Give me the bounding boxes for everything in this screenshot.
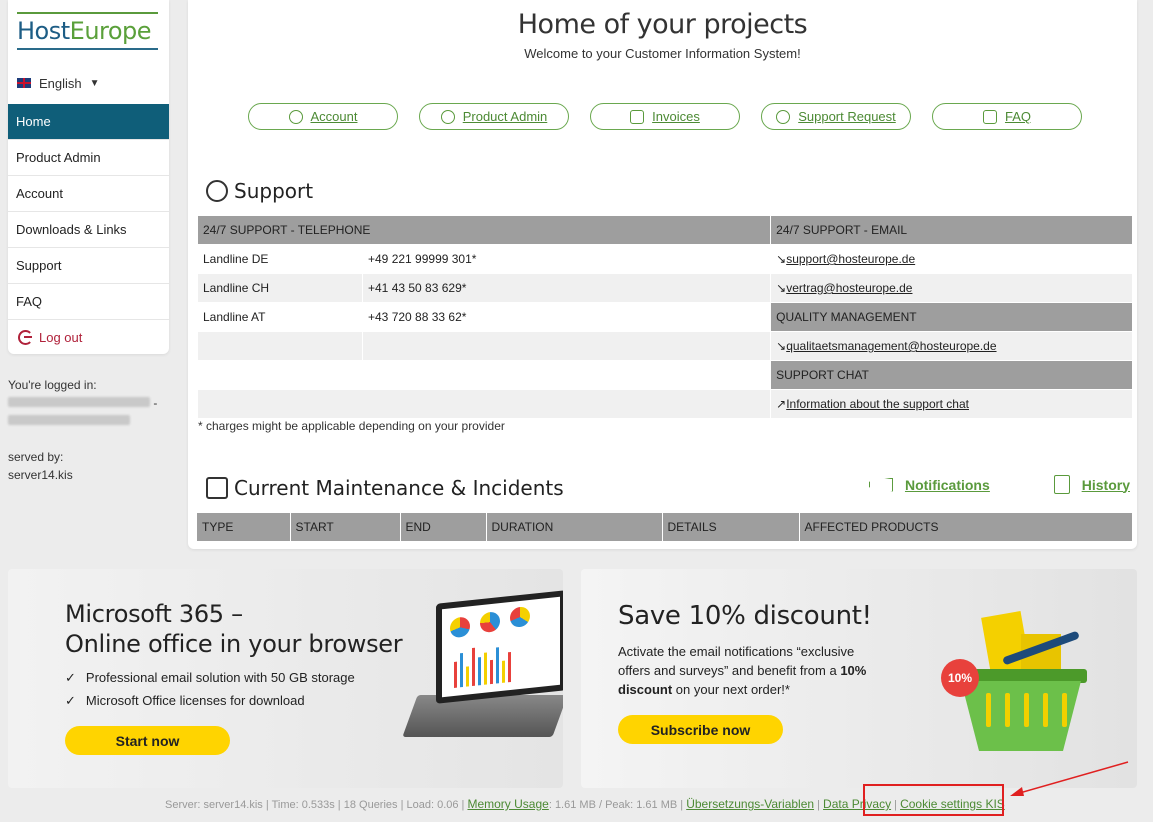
megaphone-icon: [868, 477, 893, 492]
page-title: Home of your projects: [517, 9, 808, 40]
memory-stats: : 1.61 MB / Peak: 1.61 MB |: [548, 799, 684, 811]
language-label: English: [39, 75, 82, 91]
tools-icon: [206, 477, 228, 499]
phone-header: 24/7 SUPPORT - TELEPHONE: [196, 215, 772, 245]
basket-illustration: 10%: [941, 609, 1091, 759]
support-table: 24/7 SUPPORT - TELEPHONE 24/7 SUPPORT - …: [196, 215, 1133, 419]
microsoft-365-banner[interactable]: Microsoft 365 – Online office in your br…: [8, 569, 563, 788]
quick-link-account[interactable]: Account: [248, 103, 398, 130]
bullet-item: Microsoft Office licenses for download: [65, 689, 355, 712]
redacted-user-id: [8, 412, 157, 430]
column-header: START: [290, 513, 401, 541]
chat-header: SUPPORT CHAT: [770, 360, 1133, 390]
chat-info-link[interactable]: ↗Information about the support chat: [770, 389, 1133, 419]
phone-label: Landline CH: [197, 273, 363, 303]
discount-badge: 10%: [941, 659, 979, 697]
logo[interactable]: HostEurope: [8, 0, 169, 62]
maintenance-table: TYPE START END DURATION DETAILS AFFECTED…: [197, 513, 1133, 541]
email-link[interactable]: ↘vertrag@hosteurope.de: [770, 273, 1133, 303]
gear-icon: [440, 109, 455, 124]
promo-bullets: Professional email solution with 50 GB s…: [65, 666, 355, 712]
sidebar-item-downloads-links[interactable]: Downloads & Links: [8, 212, 169, 248]
sidebar-item-home[interactable]: Home: [8, 104, 169, 140]
phone-number: +43 720 88 33 62*: [361, 302, 772, 332]
maintenance-links: Notifications History: [868, 475, 1130, 494]
session-info: You're logged in: - served by: server14.…: [8, 376, 157, 484]
translation-variables-link[interactable]: Übersetzungs-Variablen: [686, 797, 814, 811]
column-header: DURATION: [486, 513, 663, 541]
quality-header: QUALITY MANAGEMENT: [770, 302, 1133, 332]
quick-link-product-admin[interactable]: Product Admin: [419, 103, 569, 130]
column-header: DETAILS: [662, 513, 800, 541]
logout-label: Log out: [39, 329, 83, 345]
promo-title: Microsoft 365 – Online office in your br…: [65, 600, 403, 658]
sidebar-item-product-admin[interactable]: Product Admin: [8, 140, 169, 176]
history-link[interactable]: History: [1053, 475, 1130, 494]
email-link[interactable]: ↘support@hosteurope.de: [770, 244, 1133, 274]
start-now-button[interactable]: Start now: [65, 726, 230, 755]
column-header: END: [400, 513, 487, 541]
sidebar: HostEurope English ▼ Home Product Admin …: [8, 0, 169, 354]
support-heading: Support: [206, 179, 313, 203]
discount-banner[interactable]: Save 10% discount! Activate the email no…: [581, 569, 1137, 788]
uk-flag-icon: [17, 78, 31, 88]
column-header: AFFECTED PRODUCTS: [799, 513, 1133, 541]
subscribe-now-button[interactable]: Subscribe now: [618, 715, 783, 744]
column-header: TYPE: [197, 513, 291, 541]
main-panel: Home of your projects Welcome to your Cu…: [188, 0, 1137, 549]
promo-title: Save 10% discount!: [618, 601, 872, 631]
support-icon: [776, 109, 791, 124]
quick-link-invoices[interactable]: Invoices: [590, 103, 740, 130]
faq-icon: [982, 109, 997, 124]
phone-number: +49 221 99999 301*: [361, 244, 772, 274]
sidebar-item-support[interactable]: Support: [8, 248, 169, 284]
quick-link-support-request[interactable]: Support Request: [761, 103, 911, 130]
logged-in-label: You're logged in:: [8, 378, 97, 392]
list-icon: [1053, 475, 1070, 494]
laptop-illustration: [402, 590, 563, 747]
logout-icon: [18, 329, 33, 345]
invoice-icon: [630, 109, 645, 124]
server-name: server14.kis: [8, 468, 73, 482]
server-stats: Server: server14.kis | Time: 0.533s | 18…: [165, 799, 465, 811]
bullet-item: Professional email solution with 50 GB s…: [65, 666, 355, 689]
redacted-user: -: [8, 394, 157, 412]
email-header: 24/7 SUPPORT - EMAIL: [770, 215, 1133, 245]
quick-links: Account Product Admin Invoices Support R…: [248, 103, 1082, 130]
promo-text: Activate the email notifications “exclus…: [618, 644, 867, 697]
notifications-link[interactable]: Notifications: [868, 475, 990, 494]
charges-note: * charges might be applicable depending …: [198, 419, 505, 433]
headset-icon: [206, 180, 228, 202]
logout-button[interactable]: Log out: [8, 320, 169, 354]
memory-usage-link[interactable]: Memory Usage: [467, 797, 548, 811]
user-icon: [288, 109, 303, 124]
sidebar-item-faq[interactable]: FAQ: [8, 284, 169, 320]
quality-email-link[interactable]: ↘qualitaetsmanagement@hosteurope.de: [770, 331, 1133, 361]
phone-number: +41 43 50 83 629*: [361, 273, 772, 303]
welcome-text: Welcome to your Customer Information Sys…: [524, 46, 801, 61]
annotation-highlight-box: [863, 784, 1004, 816]
served-by-label: served by:: [8, 450, 64, 464]
quick-link-faq[interactable]: FAQ: [932, 103, 1082, 130]
phone-label: Landline AT: [197, 302, 363, 332]
caret-down-icon: ▼: [89, 77, 100, 89]
maintenance-heading: Current Maintenance & Incidents: [206, 476, 564, 500]
language-selector[interactable]: English ▼: [8, 62, 169, 104]
annotation-arrow-icon: [1010, 761, 1129, 796]
phone-label: Landline DE: [197, 244, 363, 274]
sidebar-item-account[interactable]: Account: [8, 176, 169, 212]
